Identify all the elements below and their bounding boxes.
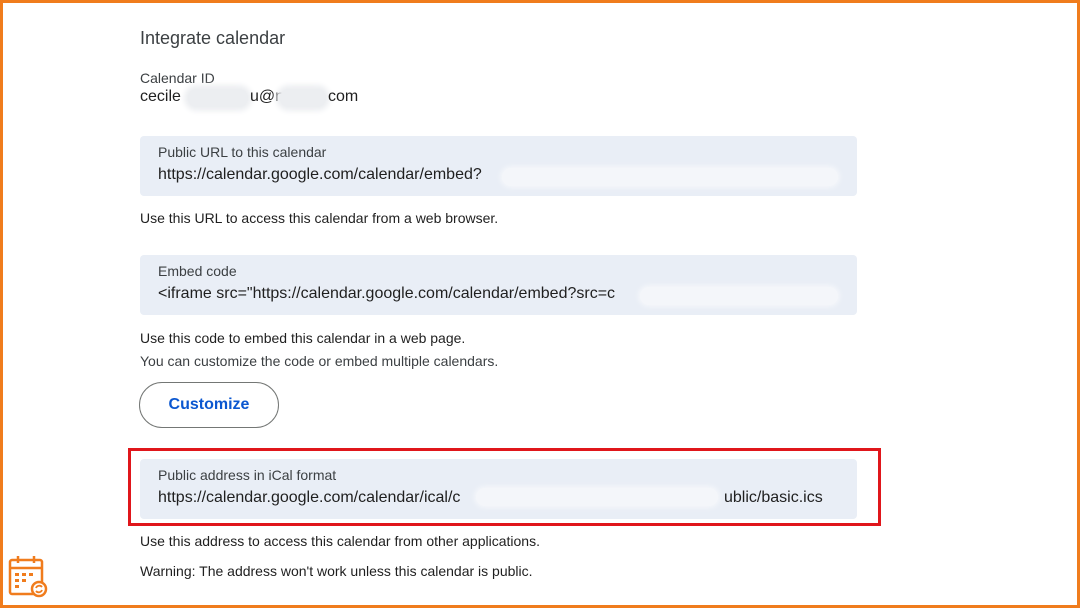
calendar-id-middle: u@n bbox=[250, 88, 285, 105]
redaction-blur bbox=[502, 168, 838, 186]
embed-code-label: Embed code bbox=[158, 263, 237, 279]
redaction-blur bbox=[640, 287, 838, 305]
calendar-id-label: Calendar ID bbox=[140, 70, 215, 86]
section-title: Integrate calendar bbox=[140, 28, 286, 48]
public-url-field[interactable]: Public URL to this calendar https://cale… bbox=[140, 136, 857, 196]
calendar-id-suffix: com bbox=[328, 88, 359, 105]
ical-highlight-box bbox=[128, 448, 881, 526]
embed-code-value[interactable]: <iframe src="https://calendar.google.com… bbox=[158, 285, 615, 303]
calendar-id-prefix: cecile bbox=[140, 88, 181, 105]
ical-warning: Warning: The address won't work unless t… bbox=[140, 563, 533, 579]
redaction-blur bbox=[188, 89, 248, 107]
embed-help: Use this code to embed this calendar in … bbox=[140, 330, 466, 346]
public-url-value[interactable]: https://calendar.google.com/calendar/emb… bbox=[158, 166, 482, 184]
customize-button[interactable]: Customize bbox=[139, 382, 279, 428]
redaction-blur bbox=[280, 89, 326, 107]
embed-code-field[interactable]: Embed code <iframe src="https://calendar… bbox=[140, 255, 857, 315]
embed-help-secondary: You can customize the code or embed mult… bbox=[140, 353, 499, 369]
calendar-sync-icon bbox=[8, 554, 48, 598]
public-url-help: Use this URL to access this calendar fro… bbox=[140, 210, 499, 226]
public-url-label: Public URL to this calendar bbox=[158, 144, 327, 160]
ical-help: Use this address to access this calendar… bbox=[140, 533, 540, 549]
